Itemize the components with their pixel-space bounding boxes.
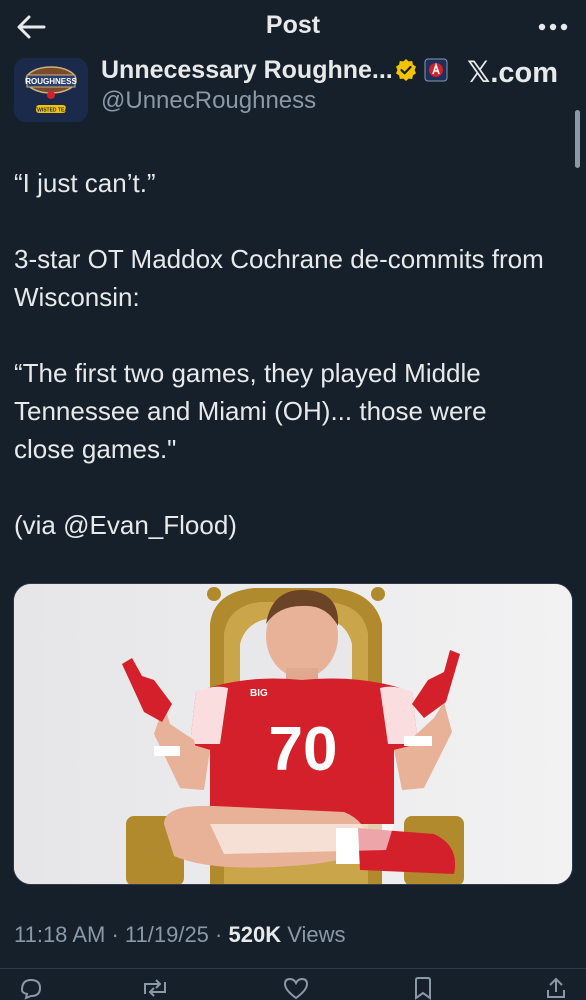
- more-horizontal-icon: [538, 23, 568, 31]
- meta-separator: ·: [111, 922, 119, 947]
- tweet-body: “I just can’t.” 3-star OT Maddox Cochran…: [14, 164, 554, 544]
- x-logo-icon: 𝕏: [466, 55, 491, 89]
- tweet-paragraph: (via @Evan_Flood): [14, 510, 237, 540]
- heart-icon: [283, 977, 309, 1000]
- more-button[interactable]: [536, 14, 570, 40]
- jersey-brand: BIG: [250, 688, 268, 699]
- post-date: 11/19/25: [124, 922, 209, 947]
- reply-button[interactable]: [18, 976, 44, 1000]
- page-title: Post: [265, 11, 321, 39]
- share-button[interactable]: [544, 976, 568, 1000]
- repost-icon: [144, 979, 166, 997]
- tweet-paragraph: 3-star OT Maddox Cochrane de-commits fro…: [14, 244, 544, 312]
- reply-icon: [20, 978, 42, 1000]
- player-photo: BIG 70: [14, 584, 572, 884]
- avatar-text: ROUGHNESS: [25, 77, 77, 86]
- top-bar: Post: [0, 0, 586, 52]
- action-bar: [0, 976, 586, 1000]
- tweet-photo[interactable]: BIG 70: [13, 583, 573, 885]
- share-icon: [547, 977, 565, 998]
- views-count: 520K: [228, 922, 282, 947]
- avatar[interactable]: ROUGHNESS TWISTED TEA: [14, 58, 88, 122]
- repost-button[interactable]: [140, 976, 170, 1000]
- source-domain: .com: [490, 57, 558, 89]
- meta-separator: ·: [215, 922, 223, 947]
- divider: [0, 968, 586, 969]
- avatar-subtext: TWISTED TEA: [34, 108, 68, 114]
- views-label: Views: [287, 922, 346, 947]
- mention-link[interactable]: @Evan_Flood: [63, 510, 228, 540]
- team-logo-icon: ROUGHNESS TWISTED TEA: [14, 58, 88, 122]
- scrollbar-thumb[interactable]: [575, 110, 580, 168]
- verified-badge-icon: [396, 59, 416, 81]
- source-label: 𝕏.com: [467, 55, 558, 90]
- affiliation-badge-icon[interactable]: [424, 58, 448, 82]
- tweet-paragraph: “The first two games, they played Middle…: [14, 358, 487, 464]
- post-time: 11:18 AM: [14, 922, 106, 947]
- post-meta: 11:18 AM · 11/19/25 · 520K Views: [14, 922, 346, 948]
- tweet-paragraph: “I just can’t.”: [14, 168, 156, 198]
- bookmark-button[interactable]: [412, 976, 434, 1000]
- bookmark-icon: [415, 977, 431, 1000]
- author-handle[interactable]: @UnnecRoughness: [101, 87, 316, 115]
- jersey-number: 70: [269, 715, 338, 784]
- author-name[interactable]: Unnecessary Roughne...: [101, 56, 393, 85]
- like-button[interactable]: [282, 976, 310, 1000]
